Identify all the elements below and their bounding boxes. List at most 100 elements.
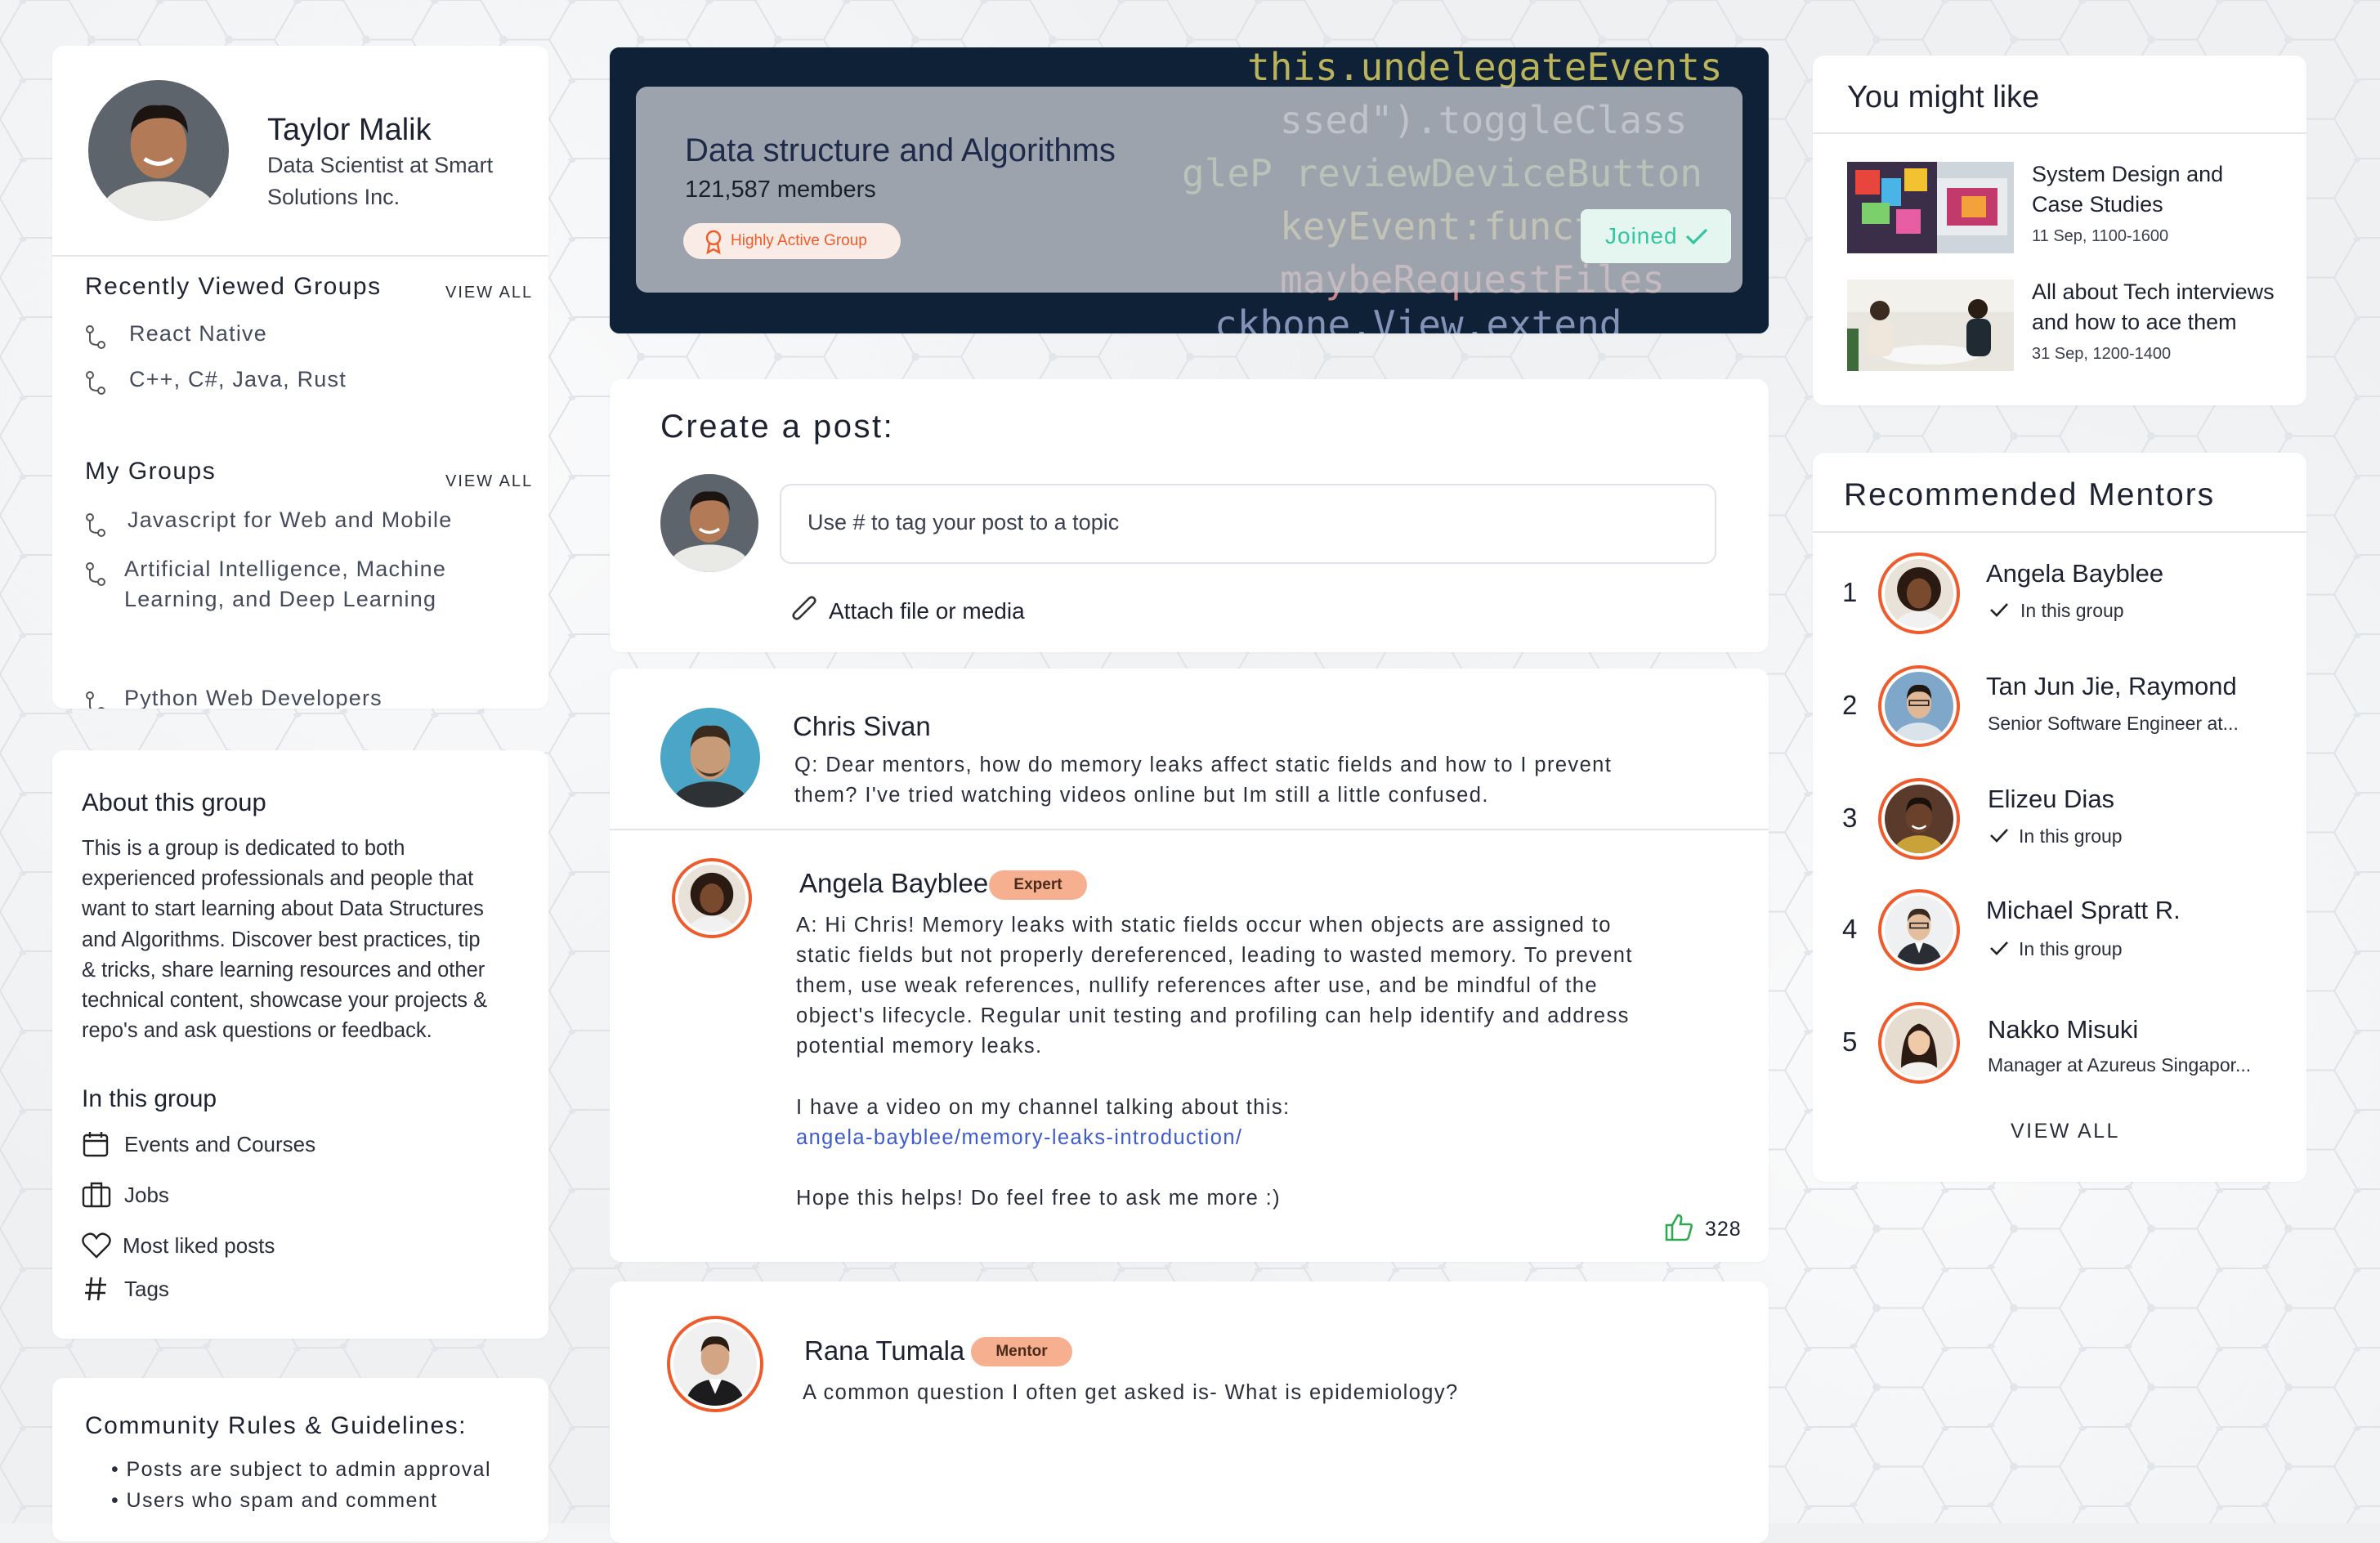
rule-text: Users who spam and comment — [126, 1489, 438, 1512]
recent-group-label: React Native — [129, 321, 267, 346]
mentor-item[interactable]: 5 Nakko Misuki Manager at Azureus Singap… — [1813, 1002, 2306, 1094]
joined-button[interactable]: Joined — [1581, 209, 1731, 263]
event-item[interactable]: System Design and Case Studies 11 Sep, 1… — [1847, 162, 2288, 255]
my-group-label-line2: Learning, and Deep Learning — [124, 587, 437, 611]
chris-sivan-avatar[interactable] — [660, 708, 760, 807]
post-author[interactable]: Chris Sivan — [793, 711, 931, 742]
mentors-view-all[interactable]: VIEW ALL — [2011, 1120, 2120, 1143]
you-might-like-card: You might like System Design and Case St… — [1813, 56, 2306, 405]
post-card: Chris Sivan Q: Dear mentors, how do memo… — [610, 669, 1769, 1262]
you-might-like-heading: You might like — [1847, 80, 2040, 114]
mentor-avatar — [1878, 889, 1960, 971]
briefcase-icon — [82, 1182, 111, 1208]
answer-line: object's lifecycle. Regular unit testing… — [796, 1004, 1630, 1027]
my-groups-view-all[interactable]: VIEW ALL — [445, 472, 533, 491]
mentor-item[interactable]: 4 Michael Spratt R. In this group — [1813, 889, 2306, 981]
profile-title-line1: Data Scientist at Smart — [267, 153, 494, 177]
group-name: Data structure and Algorithms — [685, 132, 1116, 168]
angela-bayblee-avatar[interactable] — [672, 858, 752, 938]
mentor-item[interactable]: 2 Tan Jun Jie, Raymond Senior Software E… — [1813, 665, 2306, 757]
group-banner: this.undelegateEvents ssed").toggleClass… — [610, 47, 1769, 333]
mentor-avatar — [1878, 552, 1960, 634]
paperclip-icon — [792, 596, 816, 620]
mentor-sub: Senior Software Engineer at... — [1988, 713, 2239, 734]
post-author[interactable]: Rana Tumala — [804, 1335, 964, 1366]
like-count: 328 — [1705, 1218, 1742, 1241]
mentor-name: Nakko Misuki — [1988, 1015, 2139, 1044]
video-intro: I have a video on my channel talking abo… — [796, 1096, 1291, 1119]
hashtag-icon — [85, 1277, 106, 1301]
expert-badge: Expert — [989, 870, 1087, 900]
answer-line: potential memory leaks. — [796, 1035, 1043, 1058]
post-question: Q: Dear mentors, how do memory leaks aff… — [794, 750, 1612, 811]
post-text: A common question I often get asked is- … — [803, 1381, 1459, 1404]
mentor-sub: Manager at Azureus Singapor... — [1988, 1054, 2252, 1076]
check-icon — [1990, 941, 2008, 955]
mentor-rank: 3 — [1842, 803, 1858, 833]
my-groups-heading: My Groups — [85, 458, 217, 485]
about-line: experienced professionals and people tha… — [82, 867, 474, 891]
check-icon — [1990, 603, 2008, 617]
about-line: This is a group is dedicated to both — [82, 837, 405, 860]
rana-tumala-avatar[interactable] — [667, 1316, 763, 1412]
about-group-card: About this group This is a group is dedi… — [52, 750, 548, 1339]
git-branch-icon — [86, 562, 105, 586]
reply-author[interactable]: Angela Bayblee — [799, 868, 988, 899]
mentor-item[interactable]: 1 Angela Bayblee In this group — [1813, 552, 2306, 644]
question-line: them? I've tried watching videos online … — [794, 784, 1489, 807]
mentors-heading: Recommended Mentors — [1844, 477, 2216, 512]
mentor-sub: In this group — [2019, 825, 2123, 847]
recently-viewed-view-all[interactable]: VIEW ALL — [445, 284, 533, 302]
badge-label: Highly Active Group — [731, 232, 867, 249]
about-line: & tricks, share learning resources and o… — [82, 958, 485, 982]
link-label: Tags — [124, 1277, 169, 1301]
create-post-heading: Create a post: — [660, 409, 895, 445]
recommended-mentors-card: Recommended Mentors 1 Angela Bayblee In … — [1813, 453, 2306, 1182]
thumbs-up-icon — [1665, 1214, 1693, 1241]
git-branch-icon — [86, 325, 105, 349]
profile-avatar[interactable] — [88, 80, 229, 221]
event-item[interactable]: All about Tech interviews and how to ace… — [1847, 280, 2288, 373]
video-link[interactable]: angela-bayblee/memory-leaks-introduction… — [796, 1123, 1242, 1153]
mentor-rank: 5 — [1842, 1026, 1858, 1057]
svg-text:this.undelegateEvents: this.undelegateEvents — [1247, 47, 1723, 89]
recently-viewed-heading: Recently Viewed Groups — [85, 273, 382, 300]
mentor-avatar — [1878, 665, 1960, 747]
profile-name: Taylor Malik — [267, 113, 432, 147]
mentor-name: Elizeu Dias — [1988, 785, 2115, 813]
check-icon — [1685, 228, 1708, 245]
answer-line: A: Hi Chris! Memory leaks with static fi… — [796, 914, 1612, 937]
mentor-badge: Mentor — [971, 1337, 1072, 1366]
my-group-label: Artificial Intelligence, Machine — [124, 557, 447, 581]
attach-label: Attach file or media — [829, 598, 1025, 624]
link-label: Most liked posts — [123, 1233, 275, 1258]
git-branch-icon — [86, 371, 105, 395]
link-label: Jobs — [124, 1183, 169, 1207]
my-group-label: Python Web Developers — [124, 686, 382, 709]
post-topic-input[interactable]: Use # to tag your post to a topic — [780, 484, 1716, 564]
mentor-avatar — [1878, 778, 1960, 860]
post-card: Rana Tumala Mentor A common question I o… — [610, 1281, 1769, 1543]
git-branch-icon — [86, 691, 105, 709]
about-line: repo's and ask questions or feedback. — [82, 1019, 432, 1043]
event-title-line1: All about Tech interviews — [2032, 280, 2275, 304]
divider — [1813, 132, 2306, 134]
award-icon — [705, 230, 722, 254]
divider — [1813, 531, 2306, 533]
about-heading: About this group — [82, 788, 266, 816]
divider — [52, 255, 548, 257]
about-text: This is a group is dedicated to both exp… — [82, 834, 487, 1046]
profile-card: Taylor Malik Data Scientist at Smart Sol… — [52, 46, 548, 709]
in-this-group-heading: In this group — [82, 1085, 217, 1112]
my-group-label: Javascript for Web and Mobile — [128, 508, 453, 532]
mentor-rank: 1 — [1842, 577, 1858, 607]
mentor-item[interactable]: 3 Elizeu Dias In this group — [1813, 778, 2306, 870]
mentor-name: Michael Spratt R. — [1986, 896, 2181, 924]
post-topic-placeholder: Use # to tag your post to a topic — [808, 510, 1120, 534]
community-rules-card: Community Rules & Guidelines: • Posts ar… — [52, 1378, 548, 1541]
mentor-sub: In this group — [2019, 938, 2123, 959]
question-line: Q: Dear mentors, how do memory leaks aff… — [794, 754, 1613, 776]
svg-text:ckbone.View.extend: ckbone.View.extend — [1215, 302, 1622, 333]
event-date: 31 Sep, 1200-1400 — [2032, 345, 2172, 363]
git-branch-icon — [86, 513, 105, 537]
